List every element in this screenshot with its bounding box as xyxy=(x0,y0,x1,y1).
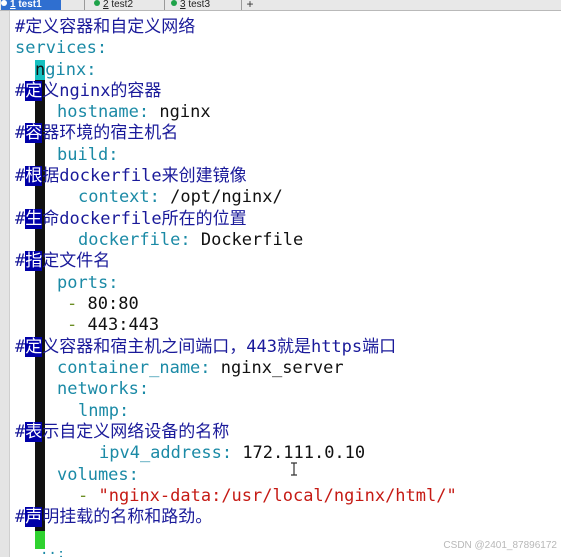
tab-separator xyxy=(164,0,165,10)
code-line: services: xyxy=(15,38,108,58)
code-line: dockerfile: Dockerfile xyxy=(78,230,304,250)
partial-line: ··: xyxy=(40,551,80,557)
connected-status-icon xyxy=(171,0,177,6)
tab-test2[interactable]: 2 test2 xyxy=(94,0,152,10)
code-line: lnmp: xyxy=(78,401,130,421)
code-line: context: /opt/nginx/ xyxy=(78,187,283,207)
code-line: #生命dockerfile所在的位置 xyxy=(15,209,247,229)
code-line: #容器环境的宿主机名 xyxy=(15,123,179,143)
new-tab-button[interactable]: + xyxy=(244,0,256,10)
tab-bar: 1 test1 2 test2 3 test3 + xyxy=(0,0,561,11)
code-line: volumes: xyxy=(57,465,139,485)
code-line: #声明挂载的名称和路劲。 xyxy=(15,507,213,527)
code-line: ipv4_address: 172.111.0.10 xyxy=(99,443,366,463)
code-line: #定义容器和宿主机之间端口，443就是https端口 xyxy=(15,337,397,357)
text-cursor-icon xyxy=(291,462,297,476)
code-line: #定义容器和自定义网络 xyxy=(15,17,196,37)
connected-status-icon xyxy=(94,0,100,6)
code-line: ports: xyxy=(57,273,119,293)
code-line: hostname: nginx xyxy=(57,102,211,122)
tab-test3[interactable]: 3 test3 xyxy=(171,0,235,10)
code-line: #定义nginx的容器 xyxy=(15,81,162,101)
code-line: networks: xyxy=(57,379,150,399)
code-line: nginx: xyxy=(35,60,97,80)
tab-separator xyxy=(241,0,242,10)
connected-status-icon xyxy=(1,0,7,6)
watermark: CSDN @2401_87896172 xyxy=(443,540,557,551)
code-line: #表示自定义网络设备的名称 xyxy=(15,422,230,442)
code-line: build: xyxy=(57,145,119,165)
code-line: #指定文件名 xyxy=(15,251,111,271)
code-line: - "nginx-data:/usr/local/nginx/html/" xyxy=(78,486,457,506)
cursor-line-marker xyxy=(35,531,45,549)
tab-test1[interactable]: 1 test1 xyxy=(1,0,61,10)
code-line: container_name: nginx_server xyxy=(57,358,344,378)
tab-separator xyxy=(84,0,85,10)
code-line: - 80:80 xyxy=(67,294,139,314)
code-line: - 443:443 xyxy=(67,315,160,335)
code-line: #根据dockerfile来创建镜像 xyxy=(15,166,247,186)
editor-gutter xyxy=(0,11,10,557)
